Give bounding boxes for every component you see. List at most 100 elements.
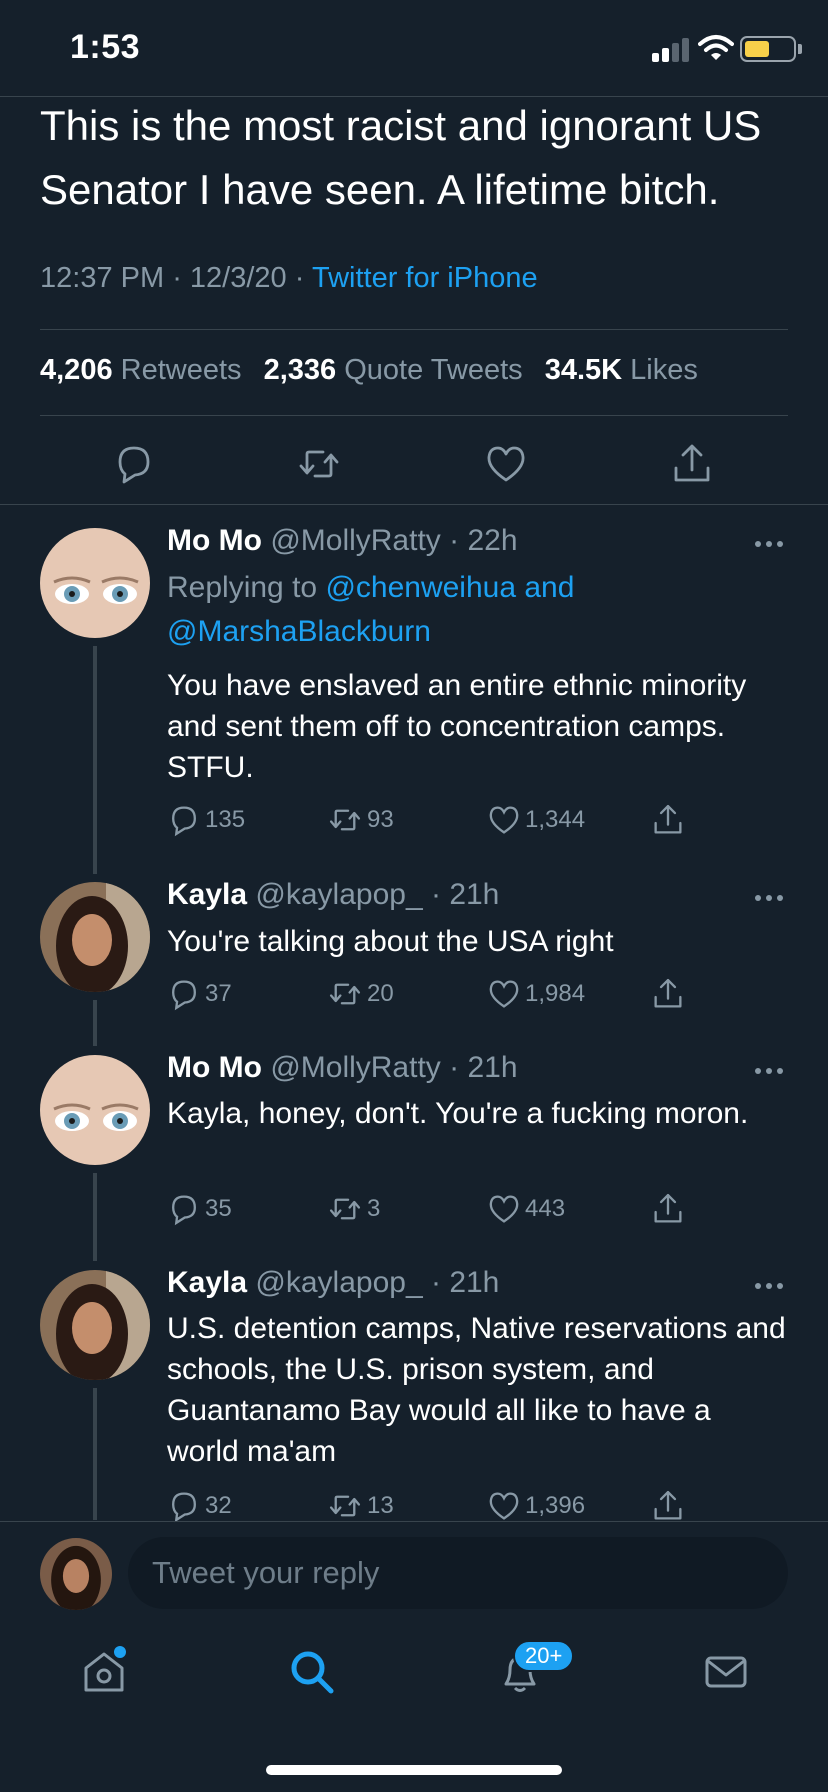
like-button[interactable]: 1,344 — [487, 800, 585, 840]
composer-divider — [0, 1521, 828, 1522]
more-options-icon[interactable] — [755, 895, 785, 903]
avatar[interactable] — [40, 1270, 150, 1380]
reply-author-handle[interactable]: @kaylapop_ — [255, 1266, 422, 1299]
like-button[interactable]: 1,984 — [487, 974, 585, 1014]
quote-tweets-stat[interactable]: 2,336 Quote Tweets — [264, 354, 523, 386]
like-button[interactable]: 443 — [487, 1189, 565, 1229]
share-button[interactable] — [651, 1486, 689, 1526]
retweet-icon — [329, 809, 361, 831]
main-tweet-time: 12:37 PM — [40, 262, 165, 294]
replying-to: Replying to @chenweihua and @MarshaBlack… — [167, 566, 767, 654]
retweets-stat[interactable]: 4,206 Retweets — [40, 354, 242, 386]
share-icon — [654, 804, 682, 834]
reply-action-bar: 32 13 1,396 — [167, 1486, 787, 1526]
avatar[interactable] — [40, 1055, 150, 1165]
reply-button[interactable]: 35 — [167, 1189, 232, 1229]
more-options-icon[interactable] — [755, 1283, 785, 1291]
reply-button[interactable]: 37 — [167, 974, 232, 1014]
retweet-icon — [329, 1198, 361, 1220]
main-tweet-text: This is the most racist and ignorant US … — [40, 102, 762, 213]
share-button[interactable] — [651, 1189, 689, 1229]
reply-time: 22h — [467, 524, 518, 557]
like-icon — [489, 1492, 519, 1520]
reply-header: Kayla @kaylapop_ · 21h — [167, 1266, 500, 1299]
reply-button[interactable]: 135 — [167, 800, 245, 840]
reply-author-handle[interactable]: @MollyRatty — [270, 1051, 440, 1084]
reply-header: Mo Mo @MollyRatty · 21h — [167, 1051, 518, 1084]
home-unread-dot — [114, 1646, 126, 1658]
kayla-avatar-image — [40, 1270, 150, 1380]
messages-icon[interactable] — [702, 1648, 750, 1696]
status-time: 1:53 — [70, 28, 141, 66]
kayla-avatar-image — [40, 882, 150, 992]
share-button[interactable] — [651, 974, 689, 1014]
main-tweet-action-bar — [0, 432, 828, 494]
retweet-button[interactable]: 3 — [327, 1189, 380, 1229]
reply-header: Mo Mo @MollyRatty · 22h — [167, 524, 518, 557]
reply-count: 32 — [205, 1492, 232, 1519]
reply-text: Kayla, honey, don't. You're a fucking mo… — [167, 1097, 749, 1130]
likes-label: Likes — [630, 354, 698, 386]
thread-line — [93, 1173, 97, 1261]
retweet-count: 3 — [367, 1195, 381, 1222]
more-options-icon[interactable] — [755, 1068, 785, 1076]
composer-avatar — [40, 1538, 112, 1610]
avatar[interactable] — [40, 882, 150, 992]
quote-tweets-label: Quote Tweets — [344, 354, 523, 386]
retweet-count: 93 — [367, 806, 394, 833]
reply-author-handle[interactable]: @MollyRatty — [270, 524, 440, 557]
retweet-icon[interactable] — [297, 442, 341, 486]
reply-button[interactable]: 32 — [167, 1486, 232, 1526]
notifications-badge: 20+ — [513, 1640, 575, 1672]
reply-icon — [172, 1195, 196, 1226]
like-button[interactable]: 1,396 — [487, 1486, 585, 1526]
like-icon[interactable] — [484, 442, 528, 486]
like-icon — [489, 1195, 519, 1223]
share-icon — [654, 1193, 682, 1223]
battery-icon — [740, 36, 796, 62]
mo-mo-avatar-image — [40, 1055, 150, 1165]
reply-text: You're talking about the USA right — [167, 925, 614, 958]
cellular-signal-icon — [652, 36, 690, 62]
share-icon — [654, 978, 682, 1008]
status-bar: 1:53 — [0, 0, 828, 96]
tweet-source-link[interactable]: Twitter for iPhone — [312, 262, 538, 294]
retweet-icon — [329, 1495, 361, 1517]
retweet-button[interactable]: 93 — [327, 800, 394, 840]
reply-action-bar: 37 20 1,984 — [167, 974, 787, 1014]
search-icon[interactable] — [288, 1648, 336, 1696]
reply-icon[interactable] — [112, 442, 156, 486]
reply-author-handle[interactable]: @kaylapop_ — [255, 878, 422, 911]
quote-tweets-count: 2,336 — [263, 354, 337, 386]
like-icon — [489, 980, 519, 1008]
reply-author-name[interactable]: Mo Mo — [167, 524, 262, 557]
reply-icon — [172, 1492, 196, 1523]
stats-divider — [40, 415, 788, 416]
share-button[interactable] — [651, 800, 689, 840]
reply-time: 21h — [449, 878, 500, 911]
reply-count: 35 — [205, 1195, 232, 1222]
retweet-button[interactable]: 13 — [327, 1486, 394, 1526]
retweet-button[interactable]: 20 — [327, 974, 394, 1014]
more-options-icon[interactable] — [755, 541, 785, 549]
retweets-count: 4,206 — [40, 354, 113, 386]
thread-line — [93, 1388, 97, 1520]
battery-nub — [798, 44, 802, 54]
reply-input[interactable] — [128, 1537, 788, 1609]
retweet-count: 13 — [367, 1492, 394, 1519]
like-count: 1,344 — [525, 806, 586, 833]
reply-author-name[interactable]: Kayla — [167, 1266, 247, 1299]
share-icon[interactable] — [670, 442, 714, 486]
tweet-stats: 4,206 Retweets 2,336 Quote Tweets 34.5K … — [40, 354, 698, 387]
wifi-icon — [698, 35, 734, 60]
thread-line — [93, 646, 97, 874]
like-count: 1,984 — [525, 980, 586, 1007]
home-indicator — [266, 1765, 562, 1775]
replying-to-prefix: Replying to — [167, 571, 318, 604]
reply-author-name[interactable]: Kayla — [167, 878, 247, 911]
reply-time: 21h — [449, 1266, 500, 1299]
reply-author-name[interactable]: Mo Mo — [167, 1051, 262, 1084]
likes-stat[interactable]: 34.5K Likes — [545, 354, 698, 386]
avatar[interactable] — [40, 528, 150, 638]
retweet-count: 20 — [367, 980, 394, 1007]
